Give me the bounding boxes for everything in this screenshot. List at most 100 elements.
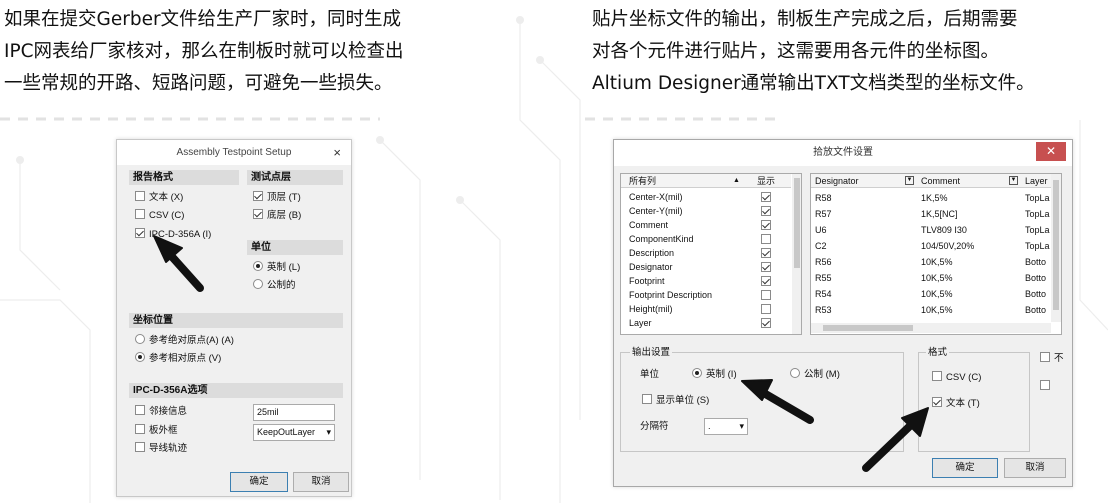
checkbox-icon[interactable]	[761, 234, 771, 244]
checkbox-icon[interactable]	[761, 290, 771, 300]
table-cell: TLV809 I30	[921, 225, 967, 235]
checkbox-checked-icon[interactable]	[761, 248, 771, 258]
table-cell: 1K,5[NC]	[921, 209, 958, 219]
checkbox-checked-icon[interactable]	[761, 206, 771, 216]
table-cell: TopLa	[1025, 193, 1050, 203]
checkbox-icon	[135, 424, 145, 434]
format-label: 格式	[926, 344, 950, 358]
radio-relative-origin[interactable]: 参考相对原点 (V)	[135, 352, 221, 366]
radio-label: 参考相对原点 (V)	[149, 353, 222, 364]
close-icon[interactable]: ×	[333, 140, 341, 165]
radio-imperial[interactable]: 英制 (L)	[253, 261, 300, 275]
cancel-button[interactable]: 取消	[293, 472, 349, 492]
left-text-line: IPC网表给厂家核对，那么在制板时就可以检查出	[4, 41, 404, 62]
table-cell: C2	[815, 241, 827, 251]
radio-icon	[135, 334, 145, 344]
checkbox-checked-icon[interactable]	[761, 262, 771, 272]
layer-header[interactable]: Layer	[1025, 174, 1048, 188]
checkbox-checked-icon[interactable]	[761, 276, 771, 286]
close-button[interactable]: ✕	[1036, 142, 1066, 161]
pick-place-settings-dialog: 拾放文件设置 ✕ 所有列 ▲ 显示 Center-X(mil) Center-Y(…	[613, 139, 1073, 487]
unit-label: 单位	[640, 369, 660, 380]
column-show-header[interactable]: 显示	[757, 174, 775, 188]
checkbox-checked-icon	[253, 191, 263, 201]
separator-select[interactable]: .	[704, 418, 748, 435]
comment-header[interactable]: Comment	[921, 174, 960, 188]
checkbox-adjacency[interactable]: 邻接信息	[135, 405, 187, 419]
checkbox-checked-icon[interactable]	[761, 220, 771, 230]
checkbox-icon	[135, 191, 145, 201]
checkbox-label: IPC-D-356A (I)	[149, 229, 212, 240]
column-name-header[interactable]: 所有列	[629, 174, 656, 188]
checkbox-checked-icon[interactable]	[761, 318, 771, 328]
assembly-testpoint-dialog: Assembly Testpoint Setup × 报告格式 文本 (X) C…	[116, 139, 352, 497]
ok-button[interactable]: 确定	[230, 472, 288, 492]
checkbox-csv[interactable]: CSV (C)	[932, 371, 981, 385]
separator-label: 分隔符	[640, 421, 669, 432]
checkbox-label: 不	[1054, 353, 1064, 364]
checkbox-extra-2[interactable]	[1040, 380, 1054, 394]
table-cell: R58	[815, 193, 832, 203]
checkbox-text-format[interactable]: 文本 (X)	[135, 191, 183, 205]
checkbox-label: 文本 (T)	[946, 398, 980, 409]
checkbox-top-layer[interactable]: 顶层 (T)	[253, 191, 301, 205]
radio-imperial[interactable]: 英制 (I)	[692, 368, 737, 382]
radio-selected-icon	[692, 368, 702, 378]
table-cell: R54	[815, 289, 832, 299]
test-layer-heading: 测试点层	[247, 170, 343, 185]
table-cell: TopLa	[1025, 209, 1050, 219]
radio-label: 公制 (M)	[804, 369, 840, 380]
radio-absolute-origin[interactable]: 参考绝对原点(A) (A)	[135, 334, 234, 348]
left-text-line: 一些常规的开路、短路问题，可避免一些损失。	[4, 73, 393, 94]
radio-metric[interactable]: 公制 (M)	[790, 368, 840, 382]
checkbox-extra-1[interactable]: 不	[1040, 352, 1064, 366]
checkbox-board-outline[interactable]: 板外框	[135, 424, 178, 438]
checkbox-icon	[932, 371, 942, 381]
table-cell: R53	[815, 305, 832, 315]
checkbox-csv-format[interactable]: CSV (C)	[135, 209, 184, 223]
left-description: 如果在提交Gerber文件给生产厂家时，同时生成 IPC网表给厂家核对，那么在制…	[4, 4, 494, 100]
table-cell: 10K,5%	[921, 305, 953, 315]
table-cell: R57	[815, 209, 832, 219]
cancel-button[interactable]: 取消	[1004, 458, 1066, 478]
column-name: Center-Y(mil)	[629, 206, 683, 216]
right-description: 贴片坐标文件的输出，制板生产完成之后，后期需要 对各个元件进行贴片，这需要用各元…	[592, 4, 1108, 100]
checkbox-checked-icon	[932, 397, 942, 407]
left-text-line: 如果在提交Gerber文件给生产厂家时，同时生成	[4, 9, 402, 30]
vertical-scrollbar[interactable]	[792, 174, 801, 334]
horizontal-scrollbar[interactable]	[811, 323, 1051, 333]
checkbox-ipc-format[interactable]: IPC-D-356A (I)	[135, 228, 211, 242]
checkbox-label: 文本 (X)	[149, 192, 184, 203]
checkbox-label: 导线轨迹	[149, 443, 188, 454]
designator-header[interactable]: Designator	[815, 174, 859, 188]
checkbox-track[interactable]: 导线轨迹	[135, 442, 187, 456]
checkbox-bottom-layer[interactable]: 底层 (B)	[253, 209, 301, 223]
checkbox-checked-icon[interactable]	[761, 192, 771, 202]
filter-icon[interactable]: ▼	[1009, 176, 1018, 185]
right-text-line: 贴片坐标文件的输出，制板生产完成之后，后期需要	[592, 9, 1018, 30]
vertical-scrollbar[interactable]	[1051, 174, 1061, 322]
adjacency-distance-input[interactable]: 25mil	[253, 404, 335, 421]
report-format-heading: 报告格式	[129, 170, 239, 185]
checkbox-icon	[642, 394, 652, 404]
outline-layer-select[interactable]: KeepOutLayer	[253, 424, 335, 441]
checkbox-label: CSV (C)	[946, 372, 982, 383]
checkbox-checked-icon	[135, 228, 145, 238]
checkbox-checked-icon	[253, 209, 263, 219]
filter-icon[interactable]: ▼	[905, 176, 914, 185]
right-text-line: 对各个元件进行贴片，这需要用各元件的坐标图。	[592, 41, 1000, 62]
coord-position-heading: 坐标位置	[129, 313, 343, 328]
ok-button[interactable]: 确定	[932, 458, 998, 478]
right-text-line: Altium Designer通常输出TXT文档类型的坐标文件。	[592, 73, 1035, 94]
checkbox-icon[interactable]	[761, 304, 771, 314]
radio-selected-icon	[135, 352, 145, 362]
table-cell: 104/50V,20%	[921, 241, 975, 251]
radio-metric[interactable]: 公制的	[253, 279, 296, 293]
column-name: Layer	[629, 318, 652, 328]
checkbox-text[interactable]: 文本 (T)	[932, 397, 980, 411]
radio-label: 英制 (I)	[706, 369, 737, 380]
columns-list-header: 所有列 ▲ 显示	[621, 174, 791, 188]
checkbox-show-units[interactable]: 显示单位 (S)	[642, 394, 709, 408]
column-name: Comment	[629, 220, 669, 230]
checkbox-label: 板外框	[149, 425, 178, 436]
